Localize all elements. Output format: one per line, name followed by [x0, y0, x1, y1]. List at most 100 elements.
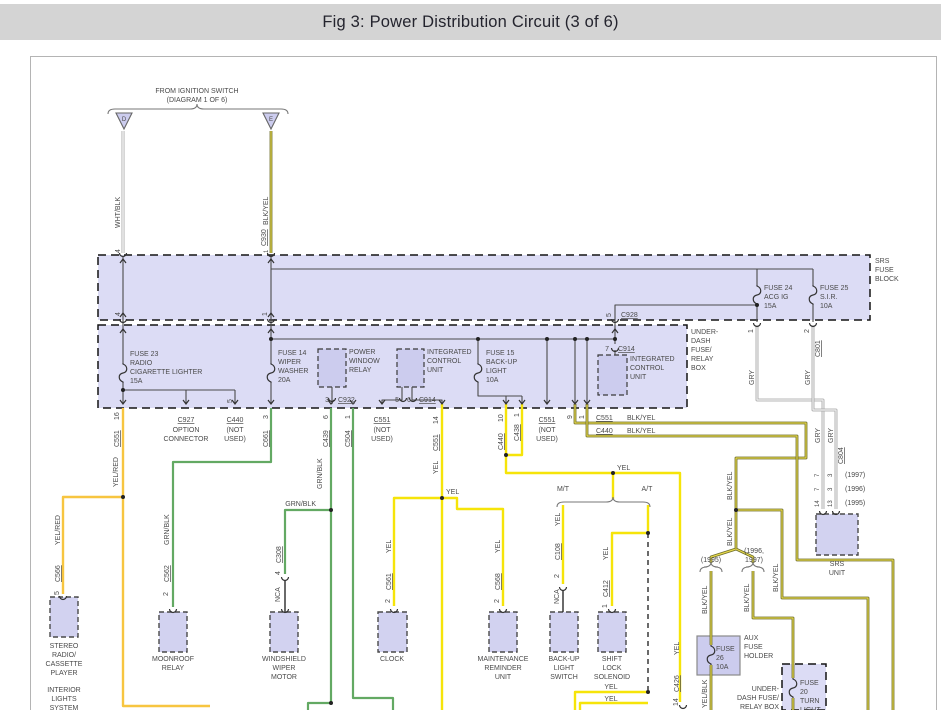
diagram-label: 10A — [820, 303, 833, 310]
pin-number: 7 — [605, 346, 609, 353]
diagram-label: FUSE — [744, 644, 763, 651]
diagram-label: 20 — [800, 689, 808, 696]
wire-color-label: BLK/YEL — [627, 428, 656, 435]
wire-color-label: YEL — [386, 540, 393, 553]
integrated-control-unit-label-2: INTEGRATED — [630, 356, 675, 363]
diagram-label: LIGHTS — [51, 696, 77, 703]
diagram-label: PLAYER — [50, 670, 77, 677]
year-label: (1996) — [845, 486, 865, 493]
wire-color-label: GRY — [828, 428, 835, 443]
connector-label: C438 — [514, 424, 521, 441]
diagram-label: CASSETTE — [46, 661, 83, 668]
wire-color-label: YEL/RED — [113, 457, 120, 487]
connector-symbol — [754, 323, 761, 327]
junction-dot — [504, 453, 508, 457]
diagram-label: RADIO — [130, 360, 153, 367]
diagram-label: REMINDER — [484, 665, 521, 672]
connector-label: C801 — [815, 340, 822, 357]
back-up-light-switch-box — [550, 612, 578, 652]
diagram-label: CONTROL — [427, 358, 461, 365]
pin-number: 7 — [815, 487, 821, 491]
pin-number: 14 — [815, 500, 821, 507]
connector-label: C928 — [621, 312, 638, 319]
wire-color-label: GRY — [749, 370, 756, 385]
wire-color-label: NCA — [275, 587, 282, 602]
pin-number: 1 — [264, 249, 270, 253]
triangle-connector-e: E — [269, 117, 273, 123]
pin-number: 1 — [514, 413, 521, 417]
fuse-25-label: FUSE 25 — [820, 285, 849, 292]
wire-grn — [285, 510, 331, 574]
diagram-label: 15A — [130, 378, 143, 385]
diagram-label: 1997) — [745, 557, 763, 564]
wire-blkyel — [575, 404, 806, 549]
fuse-23-label: FUSE 23 — [130, 351, 159, 358]
connector-label: C308 — [276, 546, 283, 563]
junction-dot — [613, 337, 617, 341]
wire-color-label: YEL — [674, 642, 681, 655]
junction-dot — [755, 303, 759, 307]
connector-symbol — [680, 705, 687, 709]
wire-color-label: BLK/YEL — [627, 415, 656, 422]
connector-label: C440 — [596, 428, 613, 435]
under-dash-box-label: UNDER- — [691, 329, 719, 336]
pin-number: 4 — [275, 571, 282, 575]
moonroof-relay-box — [159, 612, 187, 652]
connector-label: C439 — [323, 430, 330, 447]
windshield-wiper-motor-box — [270, 612, 298, 652]
connector-label: C930 — [261, 229, 268, 246]
wire-yel — [580, 703, 648, 710]
diagram-label: UNIT — [829, 570, 846, 577]
connector-label: C551 — [374, 417, 391, 424]
pin-number: 2 — [494, 599, 501, 603]
diagram-label: 15A — [764, 303, 777, 310]
wire-yelred — [63, 497, 123, 594]
wire-color-label: NCA — [554, 589, 561, 604]
connector-label: C412 — [603, 580, 610, 597]
source-note: (DIAGRAM 1 OF 6) — [167, 97, 228, 104]
wire-color-label: YEL — [433, 461, 440, 474]
diagram-label: LIGHT — [554, 665, 575, 672]
diagram-label: BLOCK — [875, 276, 899, 283]
diagram-label: USED) — [536, 436, 558, 443]
junction-dot — [121, 388, 125, 392]
connector-label: C922 — [338, 397, 355, 404]
pin-number: 5 — [395, 397, 399, 404]
junction-dot — [734, 508, 738, 512]
pin-number: 3 — [263, 415, 270, 419]
diagram-label: SYSTEM — [50, 705, 79, 710]
shift-lock-solenoid-box — [598, 612, 626, 652]
pin-number: 16 — [114, 412, 121, 420]
diagram-label: SWITCH — [550, 674, 578, 681]
pin-number: 6 — [407, 397, 411, 404]
pin-number: 1 — [345, 415, 352, 419]
diagram-label: LOCK — [602, 665, 621, 672]
connector-label: C914 — [419, 397, 436, 404]
wire-color-label: BLK/YEL — [702, 585, 709, 614]
diagram-label: SOLENOID — [594, 674, 630, 681]
diagram-label: ACG IG — [764, 294, 789, 301]
diagram-label: BOX — [691, 365, 706, 372]
diagram-label: 20A — [278, 377, 291, 384]
fuse-15-label: FUSE 15 — [486, 350, 515, 357]
wire-color-label: BLK/YEL — [727, 471, 734, 500]
interior-lights-label: INTERIOR — [47, 687, 80, 694]
pin-number: 4 — [115, 249, 122, 253]
diagram-label: OPTION — [173, 427, 200, 434]
diagram-label: WASHER — [278, 368, 308, 375]
fuse-24-label: FUSE 24 — [764, 285, 793, 292]
srs-fuse-block-box — [98, 255, 870, 320]
srs-unit-box — [816, 514, 858, 555]
diagram-label: DASH FUSE/ — [737, 695, 779, 702]
diagram-label: CIGARETTE LIGHTER — [130, 369, 202, 376]
wire-color-label: YEL — [617, 465, 630, 472]
connector-label: C804 — [838, 447, 845, 464]
junction-dot — [585, 337, 589, 341]
wire-yel — [506, 404, 680, 702]
diagram-label: 26 — [716, 655, 724, 662]
pin-number: 13 — [828, 500, 834, 507]
junction-dot — [646, 531, 650, 535]
shift-lock-solenoid-label: SHIFT — [602, 656, 623, 663]
wire-color-label: GRY — [815, 428, 822, 443]
junction-dot — [269, 337, 273, 341]
